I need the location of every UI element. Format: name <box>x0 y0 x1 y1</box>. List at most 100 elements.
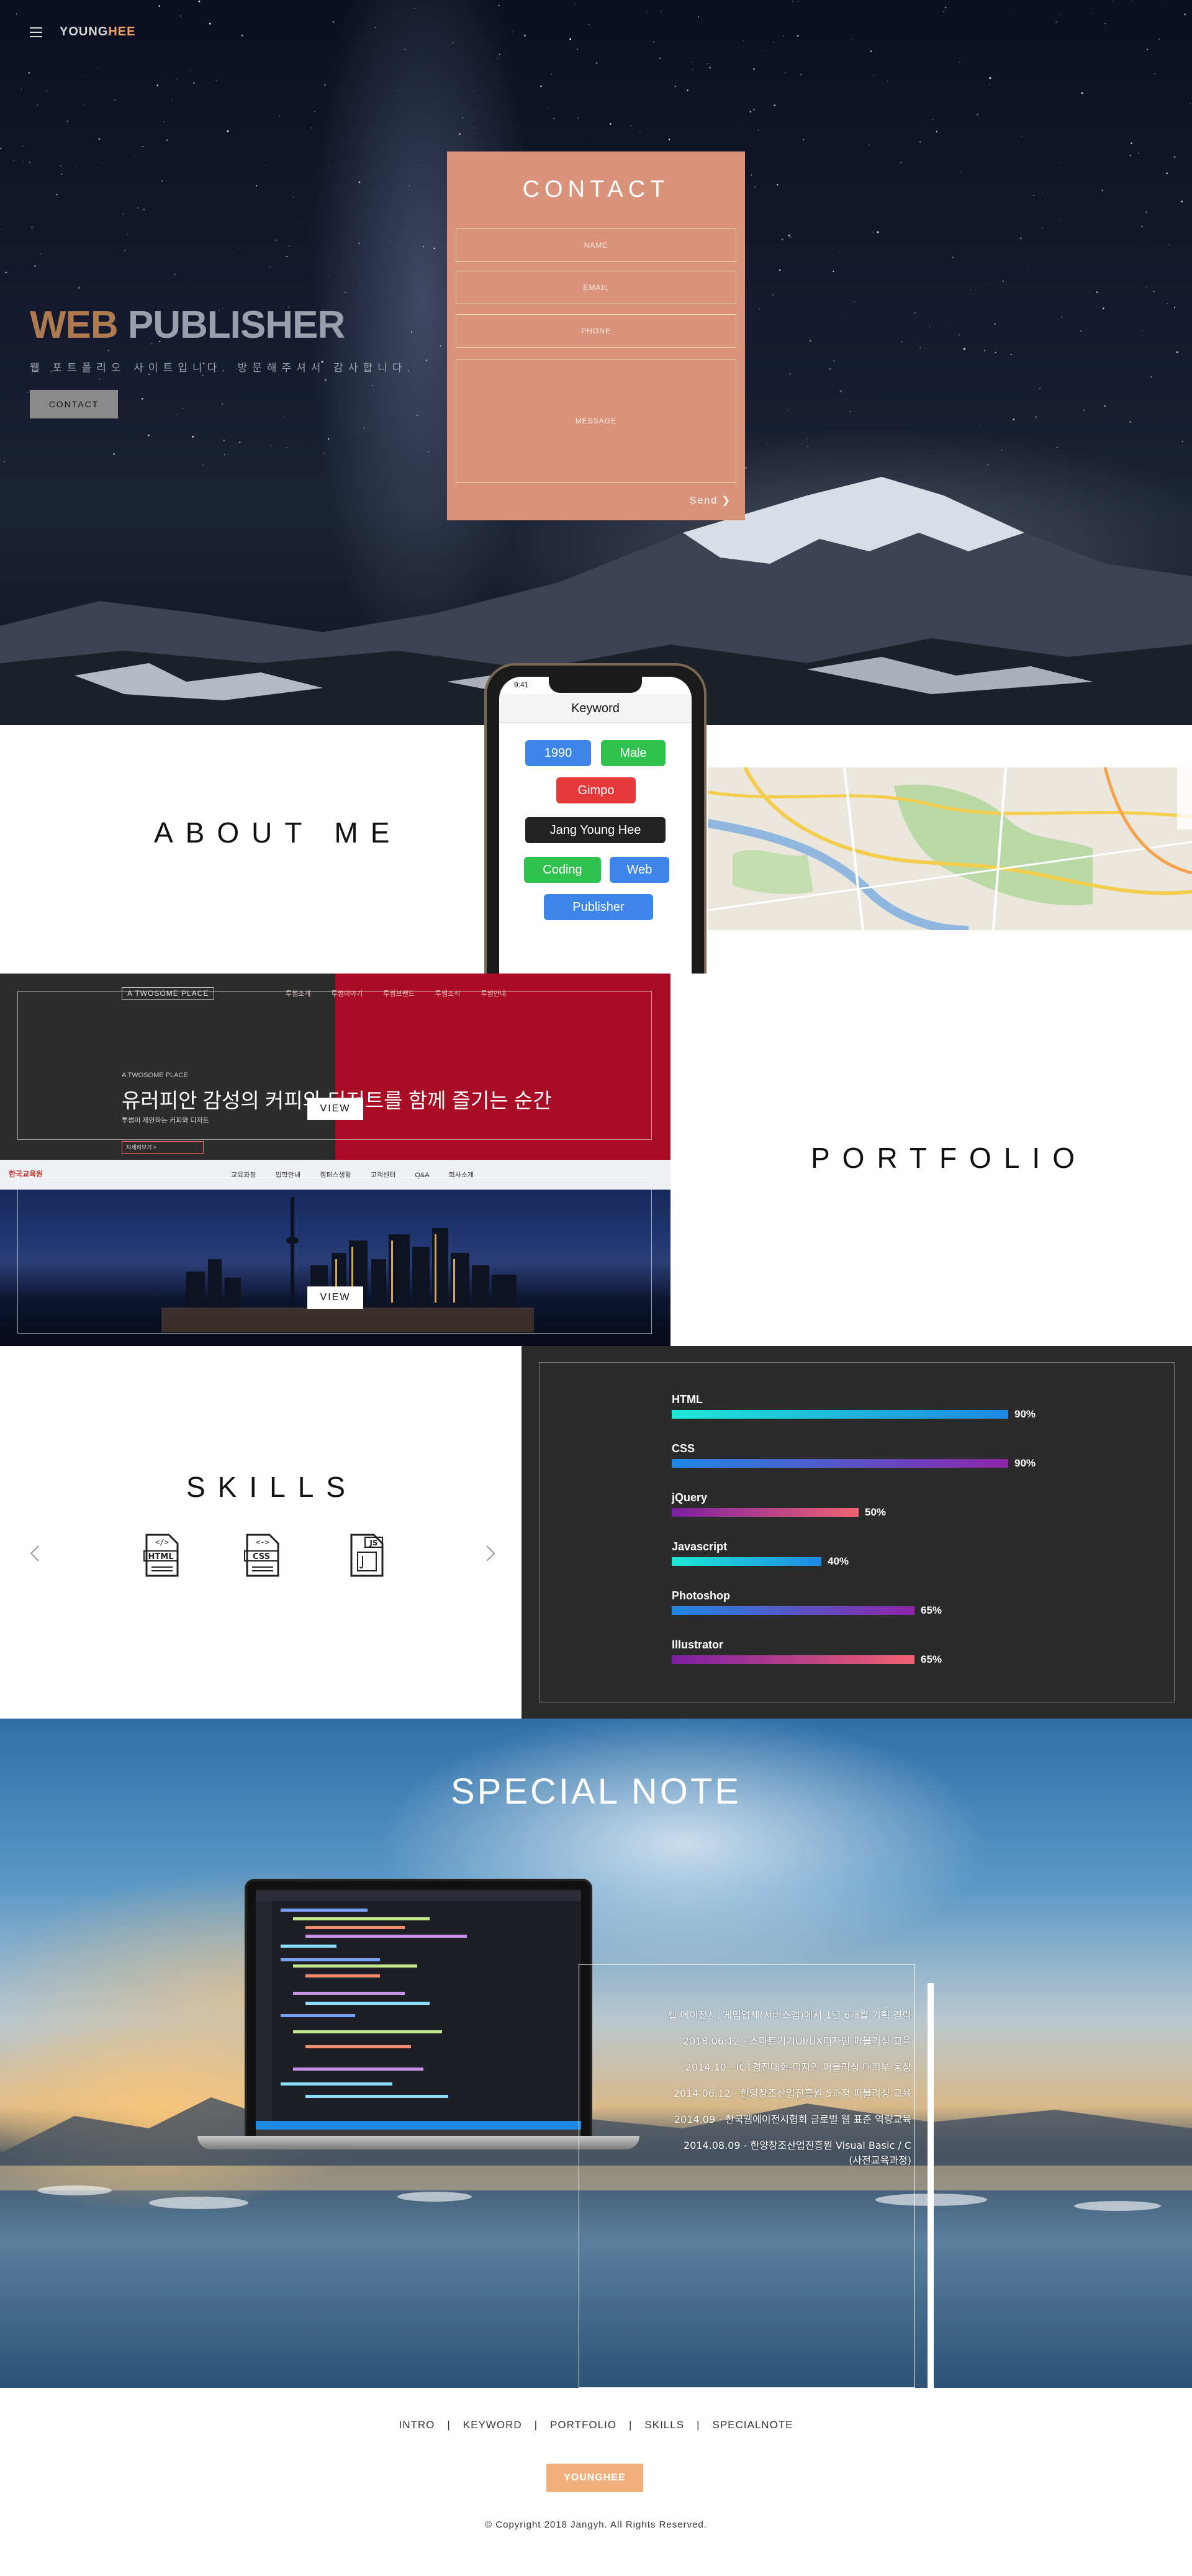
laptop-base <box>197 2136 639 2149</box>
portfolio-project-education[interactable]: 한국교육원 교육과정 입학안내 캠퍼스생활 고객센터 Q&A 회사소개 VIEW <box>0 1160 670 1346</box>
phone-mockup: 9:41 Keyword 1990 Male Gimpo Jang Young … <box>484 663 707 974</box>
css-file-icon: <-> CSS <box>244 1534 279 1577</box>
phone-notch <box>549 677 642 693</box>
logo-suffix: HEE <box>108 25 136 38</box>
html-file-icon: </> HTML <box>143 1534 179 1577</box>
laptop-mockup <box>197 1879 639 2152</box>
footer-separator: | <box>447 2419 451 2431</box>
skill-name: Illustrator <box>672 1638 724 1651</box>
phone-status-time: 9:41 <box>514 680 529 689</box>
contact-form-title: CONTACT <box>522 176 670 202</box>
keyword-pill[interactable]: Jang Young Hee <box>525 817 666 843</box>
keyword-pill[interactable]: Publisher <box>544 894 653 920</box>
contact-form: CONTACT NAME EMAIL PHONE MESSAGE Send ❯ <box>447 151 745 520</box>
special-note-title: SPECIAL NOTE <box>450 1771 742 1812</box>
hero-title: WEB PUBLISHER <box>30 303 345 347</box>
note-item: 2014.08.09 - 한양창조산업진흥원 Visual Basic / C <box>683 2140 911 2151</box>
svg-text:<->: <-> <box>256 1538 269 1547</box>
logo-prefix: YOUNG <box>60 25 109 38</box>
site-logo[interactable]: YOUNGHEE <box>60 25 135 39</box>
html-icon-label: HTML <box>148 1552 174 1561</box>
keyword-pill[interactable]: Male <box>601 740 666 766</box>
footer-separator: | <box>697 2419 700 2431</box>
note-item: 2018.06.12 - 스마트기기UI/UX디자인 퍼블리싱 교육 <box>682 2035 911 2047</box>
footer-link-skills[interactable]: SKILLS <box>644 2419 684 2431</box>
skill-name: CSS <box>672 1442 695 1455</box>
view-button[interactable]: VIEW <box>307 1286 363 1309</box>
skill-track: 65% <box>672 1653 942 1665</box>
footer-logo-suffix: HEE <box>603 2472 626 2483</box>
skill-name: HTML <box>672 1393 703 1406</box>
footer-link-intro[interactable]: INTRO <box>399 2419 435 2431</box>
svg-text:</>: </> <box>155 1538 169 1547</box>
skill-fill <box>672 1606 914 1615</box>
chevron-left-icon[interactable] <box>27 1545 45 1562</box>
skill-name: Photoshop <box>672 1589 730 1602</box>
skills-section: SKILLS </> HTML <-> CSS JS HTML 90% CSS 90% <box>0 1346 1192 1719</box>
js-icon-label: JS <box>369 1539 377 1547</box>
phone-field[interactable]: PHONE <box>456 314 736 348</box>
hamburger-menu-icon[interactable] <box>30 27 42 37</box>
note-item: 2014.09 - 한국웹에이전시협회 글로벌 웹 표준 역량교육 <box>674 2113 911 2125</box>
hero-title-part2: PUBLISHER <box>117 304 345 346</box>
skill-fill <box>672 1459 1008 1468</box>
page: YOUNGHEE WEB PUBLISHER 웹 포트폴리오 사이트입니다. 방… <box>0 0 1192 2576</box>
footer-link-specialnote[interactable]: SPECIALNOTE <box>712 2419 793 2431</box>
hero-contact-button[interactable]: CONTACT <box>30 390 118 418</box>
footer-link-portfolio[interactable]: PORTFOLIO <box>550 2419 616 2431</box>
skill-track: 90% <box>672 1457 1036 1469</box>
email-field[interactable]: EMAIL <box>456 271 736 304</box>
note-item: 웹 에이전시, 게임업체(서버스엠)에서 1년 6개월 기획 경력 <box>667 2009 911 2021</box>
skill-fill <box>672 1557 821 1566</box>
skill-fill <box>672 1508 859 1517</box>
project1-mini-button: 자세히보기 > <box>122 1141 204 1154</box>
portfolio-project-twosome[interactable]: A TWOSOME PLACE 투썸소개 투썸이야기 투썸브랜드 투썸소식 투썸… <box>0 974 670 1160</box>
skill-fill <box>672 1655 914 1664</box>
skills-title: SKILLS <box>186 1471 358 1503</box>
footer-separator: | <box>628 2419 633 2431</box>
footer-link-keyword[interactable]: KEYWORD <box>463 2419 522 2431</box>
skill-name: Javascript <box>672 1540 728 1553</box>
footer-logo-prefix: YOUNG <box>564 2472 603 2483</box>
code-editor-screenshot <box>256 1890 581 2136</box>
keyword-pill[interactable]: Web <box>610 857 669 883</box>
keyword-pill[interactable]: 1990 <box>525 740 591 766</box>
chevron-right-icon[interactable] <box>481 1545 498 1562</box>
skill-track: 50% <box>672 1506 887 1518</box>
keyword-pill[interactable]: Gimpo <box>556 777 636 803</box>
footer-navigation: INTRO | KEYWORD | PORTFOLIO | SKILLS | SPECIALNO… <box>0 2419 1192 2431</box>
skill-percent: 50% <box>865 1506 887 1518</box>
skill-percent: 90% <box>1014 1457 1036 1469</box>
map-graphic <box>708 767 1192 930</box>
skills-chart-panel: HTML 90% CSS 90% jQuery 50% Javascript 40% Photo… <box>522 1346 1192 1719</box>
skill-bar: Javascript 40% <box>672 1540 849 1567</box>
phone-screen: 9:41 Keyword 1990 Male Gimpo Jang Young … <box>499 677 692 974</box>
skill-track: 40% <box>672 1555 849 1567</box>
skill-percent: 40% <box>828 1555 849 1567</box>
skill-percent: 90% <box>1014 1408 1036 1420</box>
skill-bar: jQuery 50% <box>672 1491 887 1518</box>
name-field[interactable]: NAME <box>456 228 736 262</box>
hero-section: YOUNGHEE WEB PUBLISHER 웹 포트폴리오 사이트입니다. 방… <box>0 0 1192 725</box>
note-item: 2014.06.12 - 한양창조산업진흥원 5과정 퍼블리싱 교육 <box>673 2087 911 2099</box>
top-navigation: YOUNGHEE <box>30 25 135 39</box>
about-title: ABOUT ME <box>154 816 402 849</box>
view-button[interactable]: VIEW <box>307 1098 363 1120</box>
project2-frame <box>17 1177 652 1334</box>
copyright-text: © Copyright 2018 Jangyh. All Rights Rese… <box>485 2520 707 2530</box>
skill-bar: Photoshop 65% <box>672 1589 942 1616</box>
send-button[interactable]: Send ❯ <box>690 494 731 507</box>
laptop-screen <box>245 1879 592 2138</box>
skill-bar: Illustrator 65% <box>672 1638 942 1665</box>
note-item: (사전교육과정) <box>849 2154 911 2166</box>
hero-subtitle: 웹 포트폴리오 사이트입니다. 방문해주셔서 감사합니다. <box>30 362 415 374</box>
location-map[interactable] <box>708 767 1192 930</box>
message-field[interactable]: MESSAGE <box>456 359 736 483</box>
portfolio-section: A TWOSOME PLACE 투썸소개 투썸이야기 투썸브랜드 투썸소식 투썸… <box>0 974 1192 1346</box>
skill-percent: 65% <box>921 1604 942 1616</box>
footer-logo[interactable]: YOUNG HEE <box>546 2464 643 2492</box>
keyword-pill[interactable]: Coding <box>524 857 601 883</box>
skill-track: 90% <box>672 1408 1036 1420</box>
note-item: 2014.10 - ICT경진대회-디자인 퍼블리싱 대회부 동상 <box>685 2061 911 2073</box>
portfolio-title: PORTFOLIO <box>811 1142 1087 1174</box>
